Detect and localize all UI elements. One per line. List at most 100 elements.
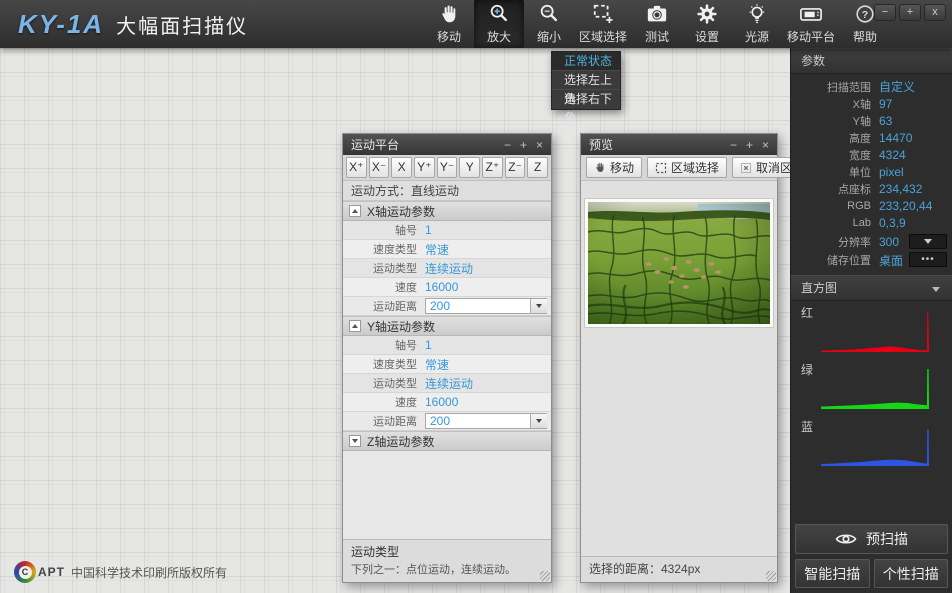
histogram-header[interactable]: 直方图 <box>791 275 952 301</box>
param-value[interactable]: 自定义 <box>879 78 915 95</box>
chevron-down-icon[interactable] <box>530 299 547 313</box>
histogram-red: 红 <box>791 301 952 358</box>
collapse-up-icon[interactable] <box>349 205 361 217</box>
menu-item-normal-state[interactable]: 正常状态 <box>552 52 620 71</box>
parameters-sidebar: 参数 扫描范围 自定义 X轴 97 Y轴 63 高度 <box>790 48 952 593</box>
preview-photo-frame[interactable] <box>584 198 774 328</box>
motion-param-value[interactable]: 1 <box>425 223 432 237</box>
motion-param-value[interactable]: 16000 <box>425 395 458 409</box>
custom-scan-button[interactable]: 个性扫描 <box>874 559 949 588</box>
axis-jog-button[interactable]: Z⁻ <box>505 157 526 178</box>
param-row: X轴 97 <box>791 95 952 112</box>
toolbar-test-button[interactable]: 测试 <box>632 0 682 48</box>
axis-jog-button[interactable]: X <box>391 157 412 178</box>
z-axis-section-header[interactable]: Z轴运动参数 <box>343 431 551 451</box>
toolbar-zoom-in-button[interactable]: 放大 <box>474 0 524 48</box>
histogram-green: 绿 <box>791 358 952 415</box>
chevron-down-icon[interactable] <box>530 414 547 428</box>
motion-param-value[interactable]: 连续运动 <box>425 375 473 392</box>
motion-param-value[interactable]: 16000 <box>425 280 458 294</box>
motion-mode-line: 运动方式：直线运动 <box>343 181 551 201</box>
preview-window-titlebar[interactable]: 预览 − + × <box>581 134 777 155</box>
toolbar-zoom-out-button[interactable]: 缩小 <box>524 0 574 48</box>
close-icon[interactable]: × <box>762 138 769 152</box>
preview-region-select-button[interactable]: 区域选择 <box>647 157 727 178</box>
resize-grip[interactable] <box>766 571 776 581</box>
axis-jog-button[interactable]: X⁺ <box>346 157 367 178</box>
y-distance-select[interactable]: 200 <box>425 413 547 429</box>
storage-browse-button[interactable]: ••• <box>909 252 947 267</box>
zoom-out-icon <box>536 3 562 25</box>
menu-item-select-top-left[interactable]: 选择左上角 <box>552 71 620 90</box>
preview-move-button[interactable]: 移动 <box>586 157 642 178</box>
param-row: RGB 233,20,44 <box>791 197 952 214</box>
svg-text:?: ? <box>862 9 868 21</box>
histogram-curve <box>821 367 929 409</box>
toolbar-light-button[interactable]: 光源 <box>732 0 782 48</box>
preview-region-label: 区域选择 <box>671 159 719 176</box>
motion-param-label: 运动类型 <box>343 260 417 276</box>
smart-scan-button[interactable]: 智能扫描 <box>795 559 870 588</box>
footer-description: 下列之一：点位运动，连续运动。 <box>351 561 543 577</box>
toolbar-motion-platform-button[interactable]: 移动平台 <box>782 0 840 48</box>
param-value[interactable]: 63 <box>879 114 892 128</box>
param-row: 宽度 4324 <box>791 146 952 163</box>
param-value[interactable]: 97 <box>879 97 892 111</box>
prescan-button[interactable]: 预扫描 <box>795 524 948 554</box>
axis-jog-button[interactable]: Y⁻ <box>437 157 458 178</box>
maximize-button[interactable]: + <box>746 138 753 152</box>
motion-param-row: 轴号 1 <box>343 336 551 355</box>
capt-logo-text: APT <box>38 565 65 579</box>
motion-window-titlebar[interactable]: 运动平台 − + × <box>343 134 551 155</box>
resize-grip[interactable] <box>540 571 550 581</box>
param-value[interactable]: 14470 <box>879 131 912 145</box>
axis-jog-button[interactable]: Z <box>527 157 548 178</box>
selection-distance-status: 选择的距离：4324px <box>589 560 769 577</box>
toolbar-region-select-button[interactable]: 区域选择 <box>574 0 632 48</box>
minimize-button[interactable]: − <box>730 138 737 152</box>
param-value[interactable]: 0,3,9 <box>879 216 906 230</box>
param-row: 扫描范围 自定义 <box>791 78 952 95</box>
toolbar-move-button[interactable]: 移动 <box>424 0 474 48</box>
zoom-in-icon <box>486 3 512 25</box>
axis-jog-button[interactable]: Z⁺ <box>482 157 503 178</box>
y-axis-section-header[interactable]: Y轴运动参数 <box>343 316 551 336</box>
minimize-button[interactable]: − <box>504 138 511 152</box>
close-button[interactable]: x <box>924 4 946 21</box>
param-value[interactable]: 4324 <box>879 148 906 162</box>
scanner-app-window: KY-1A 大幅面扫描仪 移动 放大 缩小 区域选择 测试 <box>0 0 952 593</box>
menu-item-select-bottom-right[interactable]: 选择右下角 <box>552 90 620 109</box>
x-axis-section-header[interactable]: X轴运动参数 <box>343 201 551 221</box>
maximize-button[interactable]: + <box>520 138 527 152</box>
storage-value[interactable]: 桌面 <box>879 252 903 269</box>
region-select-icon <box>655 162 667 174</box>
axis-jog-button[interactable]: X⁻ <box>369 157 390 178</box>
param-value[interactable]: 234,432 <box>879 182 922 196</box>
axis-jog-button[interactable]: Y <box>459 157 480 178</box>
axis-jog-button[interactable]: Y⁺ <box>414 157 435 178</box>
motion-param-row: 速度 16000 <box>343 278 551 297</box>
motion-param-label: 速度 <box>343 394 417 410</box>
motion-param-value[interactable]: 常速 <box>425 241 449 258</box>
motion-param-value[interactable]: 常速 <box>425 356 449 373</box>
motion-param-row: 运动类型 连续运动 <box>343 259 551 278</box>
cancel-region-icon <box>740 162 752 174</box>
param-value[interactable]: pixel <box>879 165 904 179</box>
toolbar-item-label: 放大 <box>487 28 511 45</box>
toolbar-settings-button[interactable]: 设置 <box>682 0 732 48</box>
resolution-value[interactable]: 300 <box>879 235 899 249</box>
motion-window-footer: 运动类型 下列之一：点位运动，连续运动。 <box>343 539 551 582</box>
close-icon[interactable]: × <box>536 138 543 152</box>
collapse-down-icon[interactable] <box>349 435 361 447</box>
collapse-up-icon[interactable] <box>349 320 361 332</box>
x-distance-select[interactable]: 200 <box>425 298 547 314</box>
resolution-label: 分辨率 <box>791 234 871 250</box>
resolution-dropdown-button[interactable] <box>909 234 947 249</box>
motion-param-label: 运动类型 <box>343 375 417 391</box>
minimize-button[interactable]: − <box>874 4 896 21</box>
axis-jog-buttons: X⁺X⁻XY⁺Y⁻YZ⁺Z⁻Z <box>343 155 551 181</box>
motion-param-value[interactable]: 1 <box>425 338 432 352</box>
motion-param-value[interactable]: 连续运动 <box>425 260 473 277</box>
param-value[interactable]: 233,20,44 <box>879 199 932 213</box>
maximize-button[interactable]: + <box>899 4 921 21</box>
